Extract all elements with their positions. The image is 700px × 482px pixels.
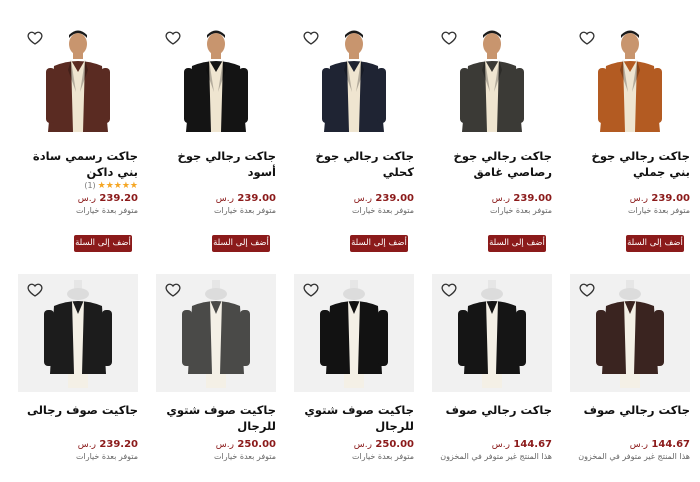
stock-status: متوفر بعدة خيارات [75,452,138,461]
stock-status: متوفر بعدة خيارات [627,206,690,215]
product-price: 239.20 ر.س [77,193,138,204]
product-image[interactable] [156,274,276,392]
product-price: 239.20 ر.س [77,439,138,450]
product-price: 144.67 ر.س [491,439,552,450]
add-to-cart-button[interactable]: أضف إلى السلة [350,235,408,252]
product-title[interactable]: جاكت رجالي جوخ بني جملي [570,148,690,180]
product-card[interactable]: جاكت رجالي صوف 144.67 ر.س هذا المنتج غير… [432,274,552,463]
product-card[interactable]: جاكت رسمي سادة بني داكن ★★★★★(1) 239.20 … [18,22,138,252]
product-card[interactable]: جاكيت صوف شتوي للرجال 250.00 ر.س متوفر ب… [294,274,414,463]
add-to-cart-button[interactable]: أضف إلى السلة [488,235,546,252]
product-card[interactable]: جاكت رجالي جوخ كحلي 239.00 ر.س متوفر بعد… [294,22,414,252]
stock-status: متوفر بعدة خيارات [75,206,138,215]
product-title[interactable]: جاكيت صوف شتوي للرجال [156,402,276,434]
product-title[interactable]: جاكت رجالي جوخ كحلي [294,148,414,180]
product-title[interactable]: جاكت رجالي جوخ أسود [156,148,276,180]
product-price: 239.00 ر.س [629,193,690,204]
stock-status: هذا المنتج غير متوفر في المخزون [440,452,552,461]
product-card[interactable]: جاكت رجالي صوف 144.67 ر.س هذا المنتج غير… [570,274,690,463]
rating-stars [156,180,276,192]
product-image[interactable] [294,274,414,392]
rating-stars [570,180,690,192]
stock-status: متوفر بعدة خيارات [351,452,414,461]
product-image[interactable] [432,274,552,392]
product-image[interactable] [156,22,276,140]
product-image[interactable] [294,22,414,140]
product-image[interactable] [18,274,138,392]
product-price: 250.00 ر.س [353,439,414,450]
add-to-cart-button[interactable]: أضف إلى السلة [212,235,270,252]
product-grid: جاكت رجالي جوخ بني جملي 239.00 ر.س متوفر… [0,0,700,482]
rating-stars: ★★★★★(1) [84,181,138,191]
product-card[interactable]: جاكت رجالي جوخ بني جملي 239.00 ر.س متوفر… [570,22,690,252]
product-card[interactable]: جاكت رجالي جوخ أسود 239.00 ر.س متوفر بعد… [156,22,276,252]
product-card[interactable]: جاكيت صوف شتوي للرجال 250.00 ر.س متوفر ب… [156,274,276,463]
stock-status: متوفر بعدة خيارات [489,206,552,215]
model-photo [322,30,386,132]
stock-status: متوفر بعدة خيارات [351,206,414,215]
mannequin-photo [44,280,112,388]
model-photo [460,30,524,132]
product-image[interactable] [18,22,138,140]
mannequin-photo [320,280,388,388]
product-price: 250.00 ر.س [215,439,276,450]
product-card[interactable]: جاكيت صوف رجالى 239.20 ر.س متوفر بعدة خي… [18,274,138,463]
model-photo [46,30,110,132]
model-photo [598,30,662,132]
product-card[interactable]: جاكت رجالي جوخ رصاصي غامق 239.00 ر.س متو… [432,22,552,252]
mannequin-photo [458,280,526,388]
product-title[interactable]: جاكت رجالي جوخ رصاصي غامق [432,148,552,180]
product-image[interactable] [570,274,690,392]
product-image[interactable] [432,22,552,140]
product-price: 239.00 ر.س [215,193,276,204]
product-title[interactable]: جاكت رسمي سادة بني داكن [18,148,138,180]
add-to-cart-button[interactable]: أضف إلى السلة [626,235,684,252]
model-photo [184,30,248,132]
add-to-cart-button[interactable]: أضف إلى السلة [74,235,132,252]
rating-stars [432,180,552,192]
product-title[interactable]: جاكت رجالي صوف [432,402,552,434]
product-title[interactable]: جاكت رجالي صوف [570,402,690,434]
stock-status: متوفر بعدة خيارات [213,206,276,215]
rating-count: (1) [84,181,96,190]
product-title[interactable]: جاكيت صوف رجالى [18,402,138,434]
product-title[interactable]: جاكيت صوف شتوي للرجال [294,402,414,434]
rating-stars [294,180,414,192]
product-price: 239.00 ر.س [353,193,414,204]
product-price: 239.00 ر.س [491,193,552,204]
product-image[interactable] [570,22,690,140]
stock-status: هذا المنتج غير متوفر في المخزون [578,452,690,461]
mannequin-photo [182,280,250,388]
mannequin-photo [596,280,664,388]
stock-status: متوفر بعدة خيارات [213,452,276,461]
product-price: 144.67 ر.س [629,439,690,450]
